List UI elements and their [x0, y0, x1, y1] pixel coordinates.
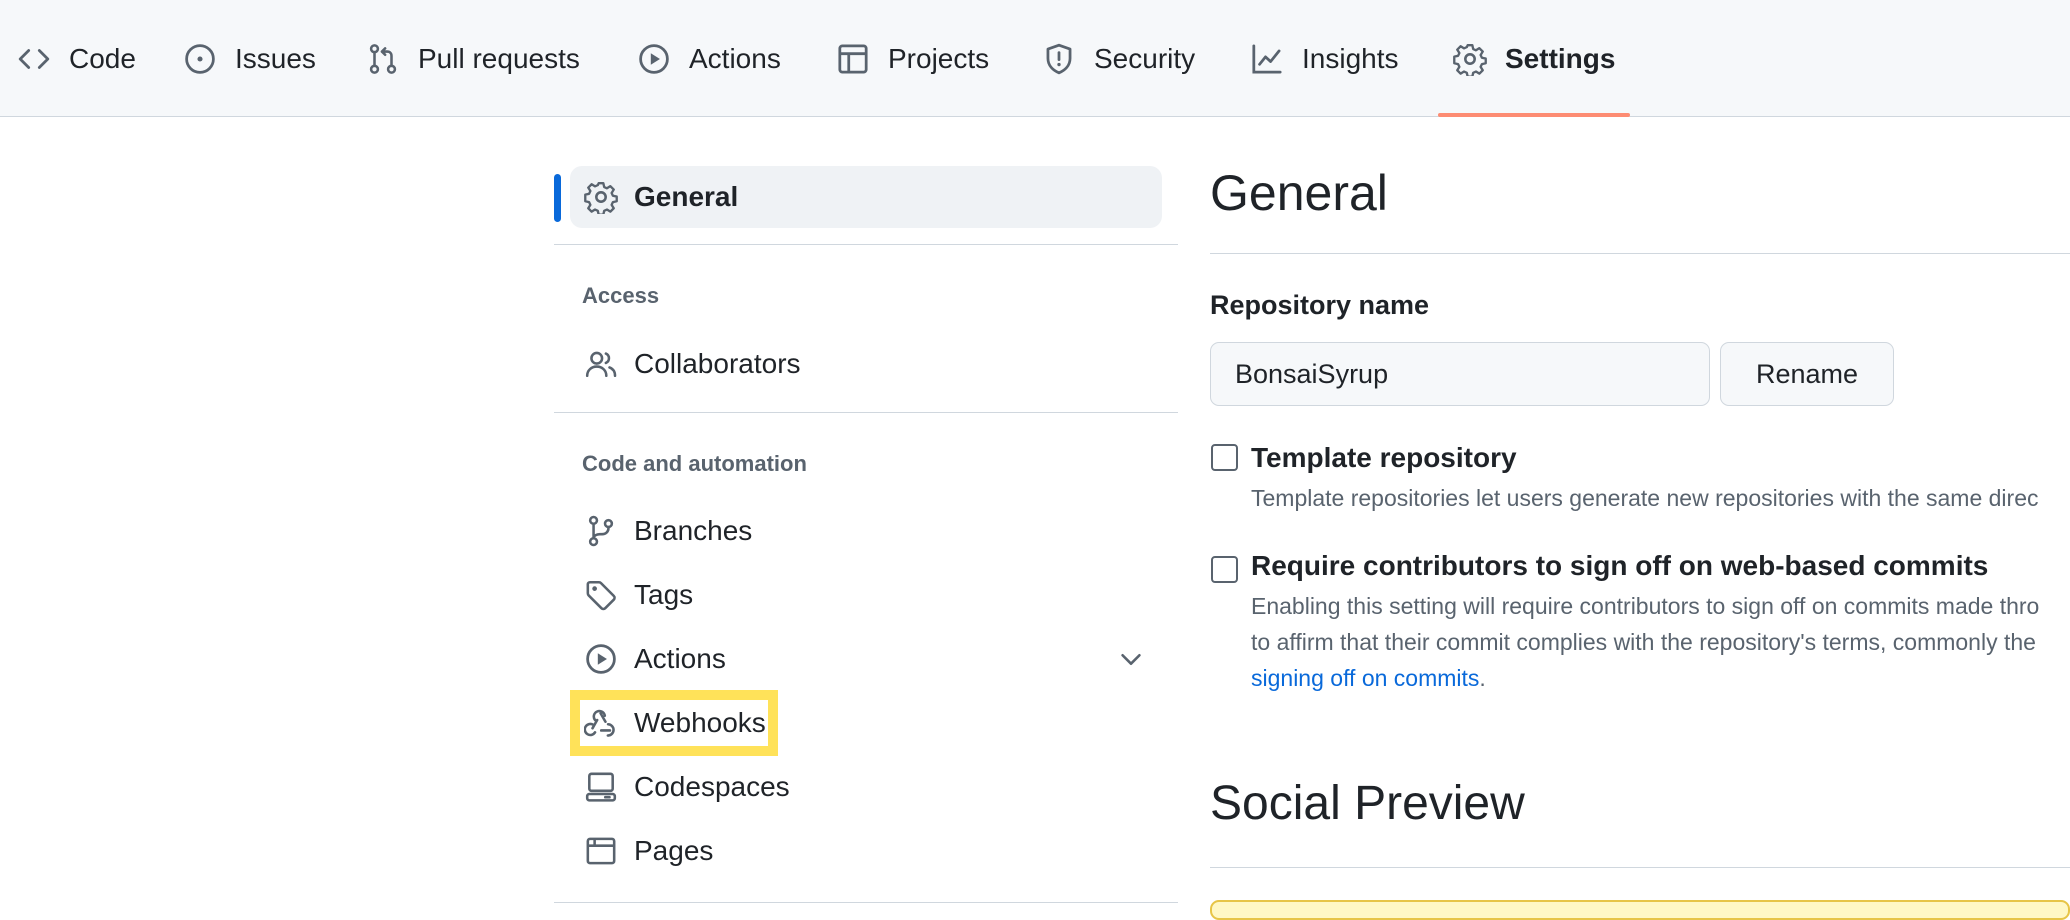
sidebar-divider: [554, 902, 1178, 903]
tab-label: Projects: [888, 42, 990, 74]
signoff-description: Enabling this setting will require contr…: [1251, 593, 2040, 619]
social-preview-notice: [1210, 900, 2070, 920]
signing-off-link[interactable]: signing off on commits: [1251, 665, 1479, 691]
repo-navigation: Code Issues Pull requests Actions Projec…: [0, 0, 2070, 117]
tab-label: Security: [1094, 42, 1196, 74]
tab-settings[interactable]: Settings: [1453, 0, 1615, 117]
table-icon: [836, 42, 870, 76]
tab-pull-requests[interactable]: Pull requests: [366, 0, 580, 117]
sidebar-item-pages[interactable]: Pages: [570, 820, 1162, 882]
sidebar-item-label: Codespaces: [634, 771, 790, 802]
title-divider: [1210, 253, 2070, 254]
sidebar-item-tags[interactable]: Tags: [570, 564, 1162, 626]
pull-request-icon: [366, 42, 400, 76]
sidebar-item-label: Tags: [634, 579, 694, 610]
sidebar-item-branches[interactable]: Branches: [570, 500, 1162, 562]
sidebar-item-label: Webhooks: [634, 707, 766, 738]
webhook-icon: [584, 706, 618, 740]
sidebar-item-label: Pages: [634, 835, 714, 866]
sidebar-item-label: Collaborators: [634, 348, 801, 379]
repository-name-input[interactable]: [1210, 342, 1710, 406]
gear-icon: [584, 180, 618, 214]
template-repository-description: Template repositories let users generate…: [1251, 485, 2039, 511]
rename-button[interactable]: Rename: [1720, 342, 1894, 406]
page-title: General: [1210, 165, 1388, 221]
tab-label: Insights: [1302, 42, 1399, 74]
tab-actions[interactable]: Actions: [637, 0, 781, 117]
signoff-checkbox[interactable]: [1211, 556, 1238, 583]
play-icon: [584, 642, 618, 676]
tab-label: Settings: [1505, 42, 1616, 74]
sidebar-divider: [554, 244, 1178, 245]
active-indicator: [554, 174, 561, 222]
issue-icon: [183, 42, 217, 76]
tab-security[interactable]: Security: [1042, 0, 1195, 117]
template-repository-label: Template repository: [1251, 442, 1517, 473]
sidebar-item-codespaces[interactable]: Codespaces: [570, 756, 1162, 818]
codespaces-icon: [584, 770, 618, 804]
shield-icon: [1042, 42, 1076, 76]
sidebar-item-actions[interactable]: Actions: [570, 628, 1162, 690]
tab-label: Code: [69, 42, 136, 74]
tab-issues[interactable]: Issues: [183, 0, 316, 117]
chevron-down-icon[interactable]: [1116, 644, 1146, 674]
sidebar-heading-access: Access: [582, 283, 660, 308]
sidebar-item-label: Branches: [634, 515, 753, 546]
signoff-link-suffix: .: [1479, 665, 1486, 691]
sidebar-item-webhooks[interactable]: Webhooks: [570, 692, 1162, 754]
sidebar-item-label: Actions: [634, 643, 726, 674]
tab-label: Pull requests: [418, 42, 580, 74]
sidebar-item-collaborators[interactable]: Collaborators: [570, 333, 1162, 395]
gear-icon: [1453, 42, 1487, 76]
tab-label: Issues: [235, 42, 316, 74]
signoff-description: signing off on commits.: [1251, 660, 1486, 696]
browser-icon: [584, 834, 618, 868]
sidebar-item-general[interactable]: General: [570, 166, 1162, 228]
tab-projects[interactable]: Projects: [836, 0, 989, 117]
tab-code[interactable]: Code: [17, 0, 136, 117]
social-preview-heading: Social Preview: [1210, 777, 1525, 830]
play-icon: [637, 42, 671, 76]
signoff-description: to affirm that their commit complies wit…: [1251, 629, 2036, 655]
section-divider: [1210, 867, 2070, 868]
signoff-label: Require contributors to sign off on web-…: [1251, 550, 1989, 581]
template-repository-checkbox[interactable]: [1211, 444, 1238, 471]
sidebar-item-label: General: [634, 181, 739, 212]
sidebar-heading-code-automation: Code and automation: [582, 451, 807, 476]
graph-icon: [1250, 42, 1284, 76]
tab-label: Actions: [689, 42, 781, 74]
sidebar-divider: [554, 412, 1178, 413]
people-icon: [584, 347, 618, 381]
tab-insights[interactable]: Insights: [1250, 0, 1399, 117]
repository-name-label: Repository name: [1210, 290, 1430, 320]
active-tab-underline: [1438, 113, 1630, 117]
branch-icon: [584, 514, 618, 548]
tag-icon: [584, 578, 618, 612]
code-icon: [17, 42, 51, 76]
